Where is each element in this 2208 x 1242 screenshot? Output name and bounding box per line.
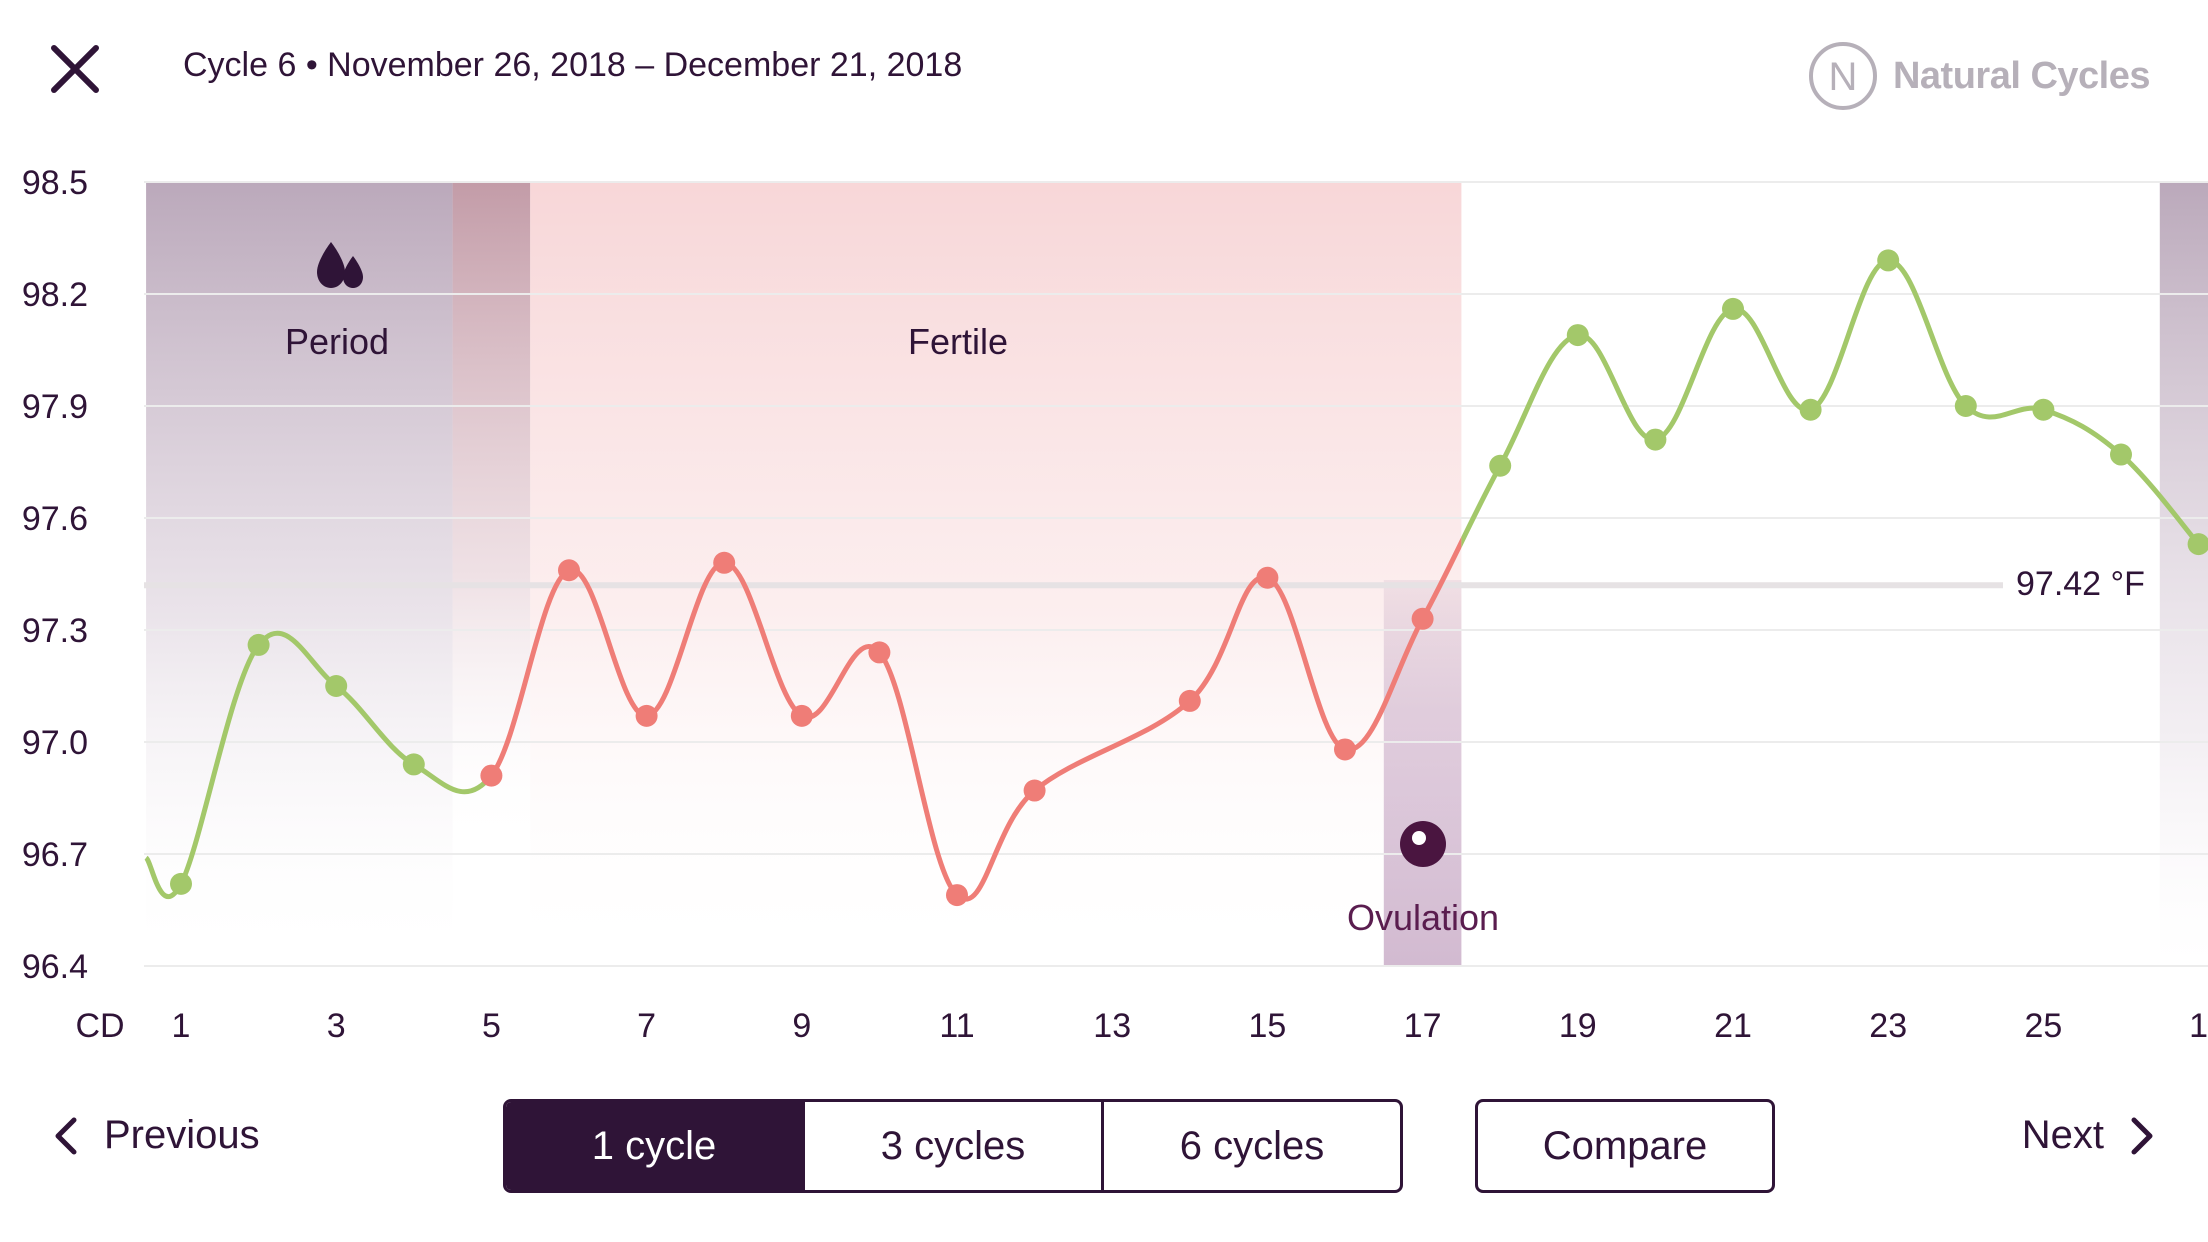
- coverline-value-label: 97.42 °F: [2016, 565, 2145, 603]
- temperature-point: [2032, 398, 2055, 421]
- temperature-point: [713, 551, 736, 574]
- x-tick-label: 11: [939, 1007, 974, 1045]
- y-axis: 98.5 98.2 97.9 97.6 97.3 97.0 96.7 96.4: [22, 164, 88, 986]
- temperature-point: [1334, 738, 1356, 761]
- ovulation-icon: [1400, 821, 1446, 867]
- temperature-point: [1566, 324, 1589, 347]
- temperature-line-segment: [1887, 257, 1968, 408]
- close-button[interactable]: [44, 38, 106, 100]
- x-tick-label: 25: [2024, 1007, 2062, 1045]
- temperature-point: [480, 764, 503, 787]
- x-tick-label: 15: [1248, 1007, 1286, 1045]
- previous-button[interactable]: Previous: [50, 1113, 260, 1158]
- temperature-line-segment: [2042, 407, 2123, 457]
- fertile-label: Fertile: [908, 321, 1008, 362]
- y-tick-label: 98.2: [22, 276, 88, 314]
- cycle-title: Cycle 6 • November 26, 2018 – December 2…: [183, 46, 963, 84]
- temperature-line-segment: [1964, 404, 2045, 420]
- temperature-point: [1489, 454, 1512, 477]
- temperature-point: [325, 675, 348, 697]
- temperature-point: [1799, 398, 1822, 421]
- temperature-point: [1722, 297, 1744, 320]
- next-period-band: [2159, 182, 2208, 966]
- temperature-point: [946, 884, 968, 907]
- range-3-cycles-button[interactable]: 3 cycles: [805, 1102, 1104, 1190]
- temperature-line-segment: [1809, 257, 1889, 413]
- range-1-cycle-button[interactable]: 1 cycle: [506, 1102, 805, 1190]
- y-tick-label: 98.5: [22, 164, 88, 202]
- temperature-point: [790, 704, 813, 727]
- close-icon: [51, 45, 99, 93]
- temperature-point: [635, 704, 658, 727]
- cycle-range-selector: 1 cycle 3 cycles 6 cycles: [503, 1099, 1403, 1193]
- compare-button[interactable]: Compare: [1475, 1099, 1775, 1193]
- temperature-point: [1644, 428, 1667, 451]
- brand-logo-letter: N: [1829, 55, 1858, 99]
- y-tick-label: 96.4: [22, 948, 88, 986]
- temperature-point: [1023, 779, 1046, 802]
- y-tick-label: 97.6: [22, 500, 88, 538]
- temperature-point: [868, 641, 891, 664]
- y-tick-label: 97.0: [22, 724, 88, 762]
- y-tick-label: 96.7: [22, 836, 88, 874]
- temperature-point: [2110, 443, 2132, 466]
- temperature-point: [1954, 395, 1977, 417]
- natural-cycles-logo-icon: N: [1808, 42, 1877, 110]
- x-tick-label: 9: [792, 1007, 811, 1045]
- temperature-line-segment: [1654, 306, 1735, 443]
- x-tick-label: 3: [327, 1007, 346, 1045]
- temperature-chart-svg: CD Period Fertile Ovulation 97.42 °F 98.…: [22, 164, 2208, 1045]
- bands-layer: [146, 182, 2208, 966]
- range-6-cycles-button[interactable]: 6 cycles: [1104, 1102, 1400, 1190]
- x-tick-label: 17: [1404, 1007, 1442, 1045]
- temperature-point: [558, 559, 580, 582]
- temperature-point: [170, 872, 192, 895]
- temperature-point: [1256, 566, 1279, 589]
- previous-label: Previous: [104, 1113, 260, 1157]
- header: Cycle 6 • November 26, 2018 – December 2…: [0, 0, 2208, 140]
- x-axis-label: CD: [75, 1007, 124, 1045]
- x-axis: 1 3 5 7 9 11 13 15 17 19 21 23 25 1: [172, 1007, 2208, 1045]
- x-tick-label: 1: [2189, 1007, 2208, 1045]
- brand-name: Natural Cycles: [1892, 54, 2151, 97]
- temperature-line-segment: [1498, 332, 1579, 467]
- x-tick-label: 5: [482, 1007, 501, 1045]
- chevron-left-icon: [55, 1117, 77, 1154]
- temperature-line-segment: [1732, 306, 1812, 413]
- period-label: Period: [285, 321, 389, 362]
- x-tick-label: 21: [1714, 1007, 1752, 1045]
- y-tick-label: 97.3: [22, 612, 88, 650]
- x-tick-label: 7: [637, 1007, 656, 1045]
- x-tick-label: 19: [1559, 1007, 1597, 1045]
- next-label: Next: [2021, 1113, 2104, 1157]
- temperature-point: [402, 753, 425, 776]
- temperature-point: [1877, 249, 1900, 272]
- x-tick-label: 23: [1869, 1007, 1907, 1045]
- next-button[interactable]: Next: [2022, 1113, 2158, 1158]
- x-tick-label: 13: [1093, 1007, 1131, 1045]
- brand: N Natural Cycles: [1807, 40, 2151, 112]
- chevron-right-icon: [2131, 1117, 2153, 1154]
- x-tick-label: 1: [172, 1007, 191, 1045]
- period-fertile-overlap-band: [452, 182, 531, 850]
- ovulation-label: Ovulation: [1347, 897, 1499, 938]
- temperature-line-segment: [1577, 332, 1656, 443]
- temperature-chart: CD Period Fertile Ovulation 97.42 °F 98.…: [0, 140, 2208, 1060]
- temperature-point: [1178, 689, 1201, 712]
- temperature-point: [1411, 607, 1434, 630]
- y-tick-label: 97.9: [22, 388, 88, 426]
- temperature-point: [247, 633, 270, 656]
- footer: Previous 1 cycle 3 cycles 6 cycles Compa…: [0, 1095, 2208, 1195]
